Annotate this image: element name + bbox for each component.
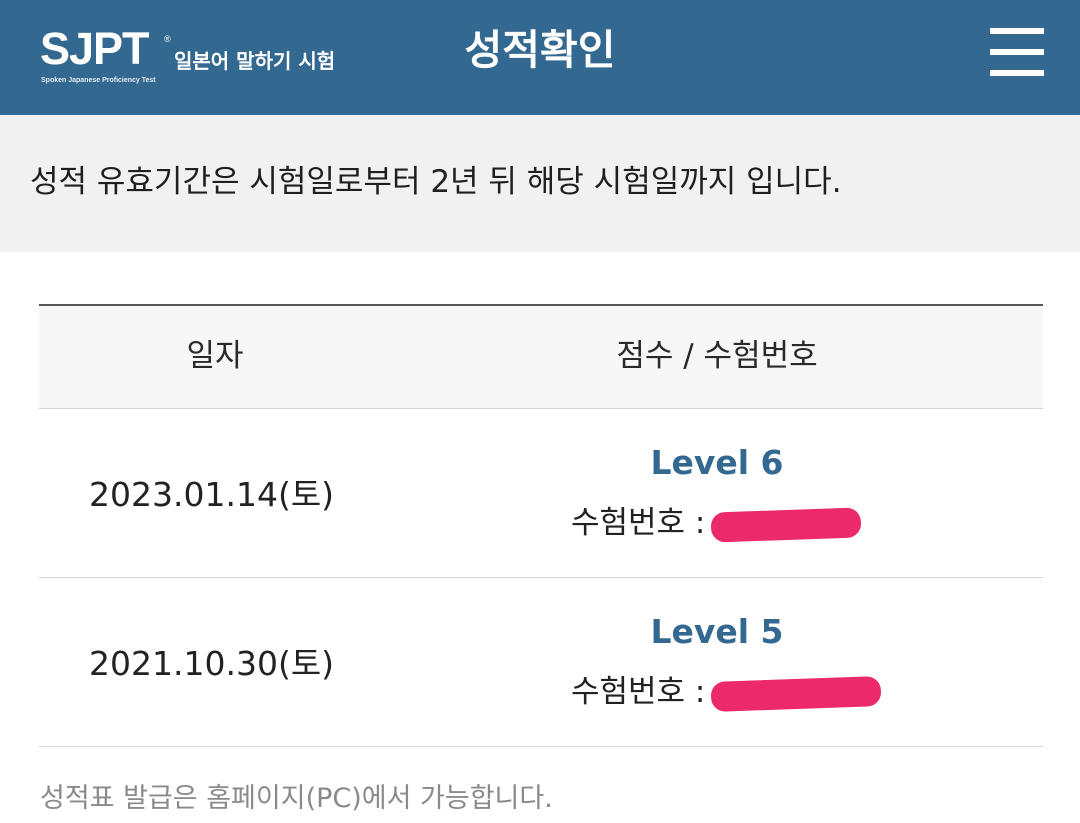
table-header: 일자 점수 / 수험번호 xyxy=(39,304,1043,409)
score-level-link[interactable]: Level 6 xyxy=(391,441,1043,485)
menu-bar xyxy=(990,49,1044,55)
column-header-date: 일자 xyxy=(186,338,244,374)
exam-number-label: 수험번호 : xyxy=(571,674,706,710)
exam-number: 수험번호 : xyxy=(571,501,862,545)
hamburger-menu-icon[interactable] xyxy=(990,28,1044,76)
redaction-mark xyxy=(710,506,862,543)
menu-bar xyxy=(990,28,1044,34)
redaction-mark xyxy=(710,675,882,712)
validity-notice: 성적 유효기간은 시험일로부터 2년 뒤 해당 시험일까지 입니다. xyxy=(0,115,1080,252)
exam-number-label: 수험번호 : xyxy=(571,505,706,541)
score-level-link[interactable]: Level 5 xyxy=(391,610,1043,654)
table-row[interactable]: 2023.01.14(토) Level 6 수험번호 : xyxy=(39,409,1043,578)
notice-text: 성적 유효기간은 시험일로부터 2년 뒤 해당 시험일까지 입니다. xyxy=(30,164,842,200)
table-row[interactable]: 2021.10.30(토) Level 5 수험번호 : xyxy=(39,578,1043,747)
app-header: SJPT ® 일본어 말하기 시험 Spoken Japanese Profic… xyxy=(0,0,1080,115)
menu-bar xyxy=(990,70,1044,76)
certificate-issue-note: 성적표 발급은 홈페이지(PC)에서 가능합니다. xyxy=(40,783,553,814)
column-header-score: 점수 / 수험번호 xyxy=(616,338,818,374)
exam-date: 2021.10.30(토) xyxy=(89,644,335,683)
exam-date: 2023.01.14(토) xyxy=(89,475,335,514)
score-table: 일자 점수 / 수험번호 2023.01.14(토) Level 6 수험번호 … xyxy=(39,304,1043,747)
exam-number: 수험번호 : xyxy=(571,670,882,714)
page-title: 성적확인 xyxy=(464,26,616,74)
